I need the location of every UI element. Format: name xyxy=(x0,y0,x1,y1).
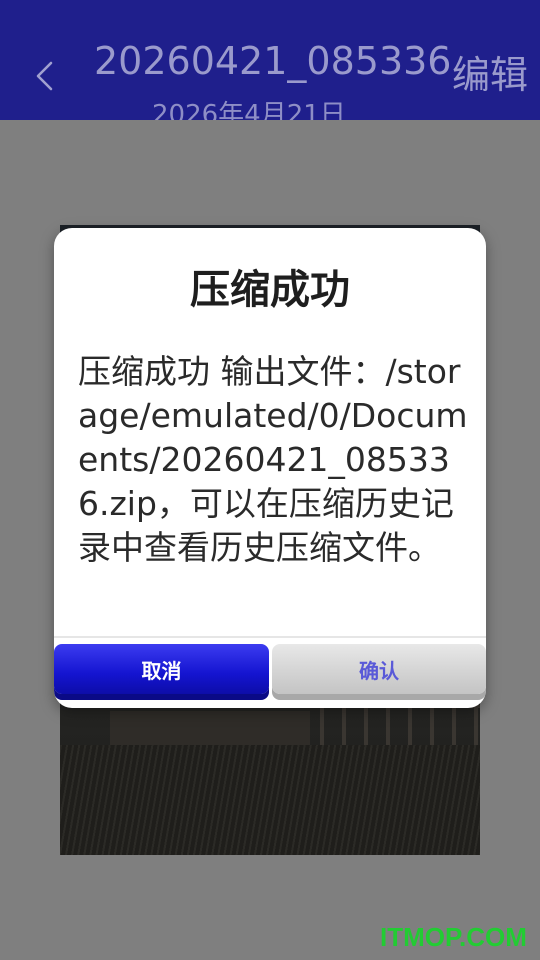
back-button[interactable] xyxy=(24,56,64,100)
cancel-button[interactable]: 取消 xyxy=(54,644,269,694)
chevron-left-icon xyxy=(33,59,55,97)
page-title: 20260421_085336 xyxy=(94,39,452,83)
dialog-message: 压缩成功 输出文件：/storage/emulated/0/Documents/… xyxy=(78,352,468,567)
compression-success-dialog: 压缩成功 压缩成功 输出文件：/storage/emulated/0/Docum… xyxy=(54,228,486,708)
photo-grass-shape xyxy=(60,745,480,855)
site-watermark: ITMOP.COM xyxy=(380,922,527,952)
dialog-divider xyxy=(54,636,486,638)
edit-button[interactable]: 编辑 xyxy=(452,56,528,94)
app-bar: 20260421_085336 2026年4月21日 编辑 xyxy=(0,0,540,120)
page-subtitle: 2026年4月21日 xyxy=(152,100,346,120)
confirm-button[interactable]: 确认 xyxy=(272,644,486,694)
dialog-title: 压缩成功 xyxy=(190,267,350,313)
